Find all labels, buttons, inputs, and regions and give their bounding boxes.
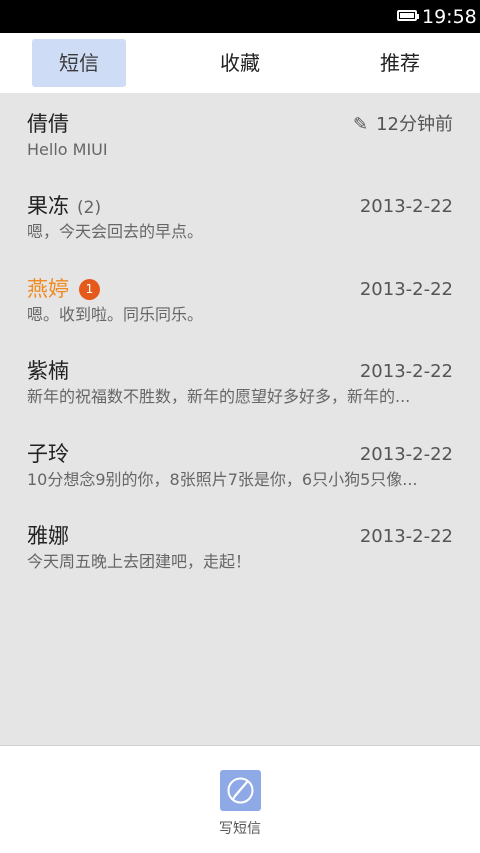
conversation-item[interactable]: 燕婷 1 2013-2-22 嗯。收到啦。同乐同乐。 [0, 258, 480, 340]
bottom-action-bar: 写短信 [0, 745, 480, 853]
contact-name: 倩倩 [27, 110, 69, 138]
tab-recommended[interactable]: 推荐 [353, 39, 447, 87]
message-preview: 新年的祝福数不胜数，新年的愿望好多好多，新年的... [27, 387, 411, 406]
contact-name: 燕婷 1 [27, 275, 100, 303]
contact-name: 子玲 [27, 440, 69, 468]
message-preview: 10分想念9别的你，8张照片7张是你，6只小狗5只像... [27, 470, 418, 489]
compose-label: 写短信 [219, 821, 261, 837]
message-preview: 嗯。收到啦。同乐同乐。 [27, 305, 204, 324]
contact-name-text: 燕婷 [27, 277, 69, 301]
battery-full-icon [397, 10, 419, 21]
contact-name-text: 倩倩 [27, 112, 69, 136]
pencil-icon: ✎ [353, 114, 369, 135]
conversation-date: 2013-2-22 [359, 196, 453, 217]
tab-favorites[interactable]: 收藏 [193, 39, 287, 87]
conversation-date: ✎ 12分钟前 [353, 113, 453, 137]
message-preview: 今天周五晚上去团建吧，走起！ [27, 552, 252, 571]
tab-bar: 短信 收藏 推荐 [0, 33, 480, 93]
tab-sms[interactable]: 短信 [32, 39, 126, 87]
contact-name-text: 果冻 [27, 194, 69, 218]
status-time: 19:58 [422, 6, 477, 28]
conversation-item[interactable]: 果冻 (2) 2013-2-22 嗯，今天会回去的早点。 [0, 175, 480, 257]
conversation-item[interactable]: 倩倩 ✎ 12分钟前 Hello MIUI [0, 93, 480, 175]
conversation-date: 2013-2-22 [359, 279, 453, 300]
contact-name: 雅娜 [27, 522, 69, 550]
conversation-item[interactable]: 子玲 2013-2-22 10分想念9别的你，8张照片7张是你，6只小狗5只像.… [0, 423, 480, 505]
conversation-date: 2013-2-22 [359, 361, 453, 382]
unread-badge: 1 [79, 279, 100, 300]
status-bar: 19:58 [0, 0, 480, 33]
compose-pencil-icon [220, 770, 261, 811]
conversation-item[interactable]: 雅娜 2013-2-22 今天周五晚上去团建吧，走起！ [0, 505, 480, 587]
compose-button[interactable]: 写短信 [200, 770, 280, 850]
contact-name-text: 紫楠 [27, 359, 69, 383]
message-count: (2) [77, 198, 102, 218]
contact-name-text: 雅娜 [27, 524, 69, 548]
message-preview: 嗯，今天会回去的早点。 [27, 222, 204, 241]
contact-name: 紫楠 [27, 357, 69, 385]
contact-name-text: 子玲 [27, 442, 69, 466]
conversation-list: 倩倩 ✎ 12分钟前 Hello MIUI 果冻 (2) 2013-2-22 嗯，今… [0, 93, 480, 745]
date-text: 12分钟前 [376, 114, 453, 135]
contact-name: 果冻 (2) [27, 192, 101, 222]
conversation-item[interactable]: 紫楠 2013-2-22 新年的祝福数不胜数，新年的愿望好多好多，新年的... [0, 340, 480, 422]
conversation-date: 2013-2-22 [359, 444, 453, 465]
message-preview: Hello MIUI [27, 140, 108, 159]
conversation-date: 2013-2-22 [359, 526, 453, 547]
